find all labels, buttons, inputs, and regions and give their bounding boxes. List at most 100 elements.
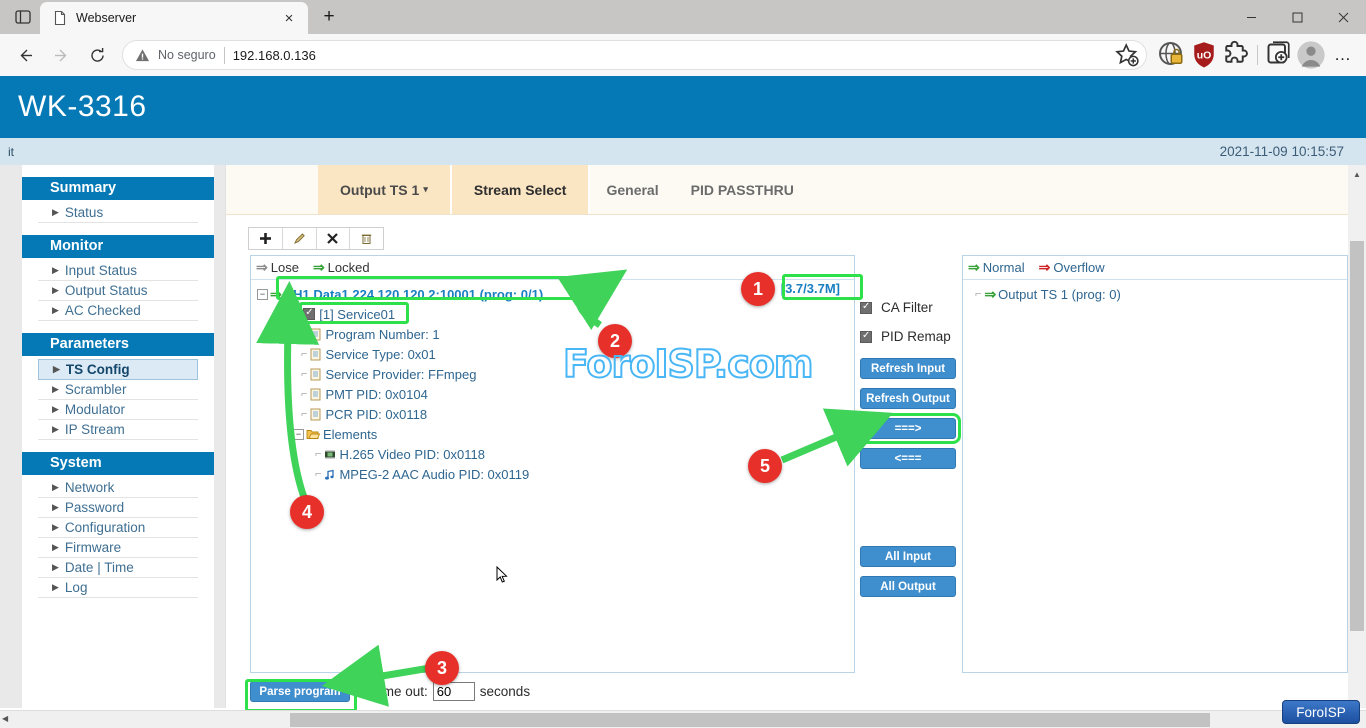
plus-icon[interactable] bbox=[249, 228, 283, 249]
pid-remap-row[interactable]: PID Remap bbox=[860, 329, 956, 344]
triangle-right-icon: ▶ bbox=[52, 483, 59, 492]
legend-locked-label: Locked bbox=[328, 260, 370, 275]
move-left-button[interactable]: <=== bbox=[860, 448, 956, 469]
sidebar-item-date-time[interactable]: ▶ Date | Time bbox=[38, 558, 198, 578]
page-vertical-scrollbar[interactable]: ▲ bbox=[1348, 165, 1366, 708]
tab-list-icon[interactable] bbox=[6, 2, 40, 32]
tree-row-service[interactable]: − 1 [1] Service01 bbox=[255, 304, 854, 324]
triangle-right-icon: ▶ bbox=[52, 385, 59, 394]
sidebar-item-status[interactable]: ▶ Status bbox=[38, 203, 198, 223]
all-output-button[interactable]: All Output bbox=[860, 576, 956, 597]
move-right-button[interactable]: ===> bbox=[860, 418, 956, 439]
output-tree-rows: ⌐ ⇒ Output TS 1 (prog: 0) bbox=[963, 280, 1347, 304]
browser-tab[interactable]: Webserver × bbox=[40, 2, 308, 34]
parse-program-button[interactable]: Parse program bbox=[250, 681, 350, 702]
tab-general[interactable]: General bbox=[590, 165, 674, 214]
sidebar-item-ac-checked[interactable]: ▶ AC Checked bbox=[38, 301, 198, 321]
back-icon[interactable] bbox=[8, 38, 42, 72]
chevron-down-icon: ▾ bbox=[423, 184, 428, 195]
sidebar-item-password[interactable]: ▶ Password bbox=[38, 498, 198, 518]
new-tab-button[interactable]: + bbox=[314, 2, 344, 32]
collections-icon[interactable] bbox=[1264, 40, 1294, 70]
foroisp-corner-badge: ForoISP bbox=[1282, 700, 1360, 724]
globe-lock-icon[interactable] bbox=[1157, 40, 1187, 70]
tab-stream-select[interactable]: Stream Select bbox=[452, 165, 591, 214]
all-input-button[interactable]: All Input bbox=[860, 546, 956, 567]
ca-filter-checkbox[interactable] bbox=[860, 302, 872, 314]
seconds-label: seconds bbox=[480, 684, 530, 699]
triangle-right-icon: ▶ bbox=[52, 425, 59, 434]
x-icon[interactable] bbox=[317, 228, 351, 249]
refresh-input-button[interactable]: Refresh Input bbox=[860, 358, 956, 379]
extensions-puzzle-icon[interactable] bbox=[1221, 40, 1251, 70]
folder-open-icon bbox=[306, 428, 320, 441]
sidebar-item-label: Configuration bbox=[65, 520, 145, 535]
sidebar-item-modulator[interactable]: ▶ Modulator bbox=[38, 400, 198, 420]
pid-remap-checkbox[interactable] bbox=[860, 331, 872, 343]
sidebar-item-scrambler[interactable]: ▶ Scrambler bbox=[38, 380, 198, 400]
tab-pid-passthru[interactable]: PID PASSTHRU bbox=[675, 165, 810, 214]
reload-icon[interactable] bbox=[80, 38, 114, 72]
toolbar-divider bbox=[1257, 45, 1258, 65]
tree-row-output[interactable]: ⌐ ⇒ Output TS 1 (prog: 0) bbox=[967, 284, 1347, 304]
sidebar-item-label: IP Stream bbox=[65, 422, 125, 437]
scroll-left-icon[interactable]: ◀ bbox=[2, 714, 8, 723]
address-bar[interactable]: No seguro 192.168.0.136 bbox=[122, 40, 1147, 70]
sidebar-item-configuration[interactable]: ▶ Configuration bbox=[38, 518, 198, 538]
output-stream-tree-panel[interactable]: ⇒ Normal ⇒ Overflow ⌐ ⇒ Output TS 1 (pro… bbox=[962, 255, 1348, 673]
annotation-badge-2: 2 bbox=[598, 324, 632, 358]
window-controls bbox=[1228, 0, 1366, 34]
sidebar-item-label: Scrambler bbox=[65, 382, 127, 397]
arrow-green-icon: ⇒ bbox=[313, 259, 325, 276]
tree-connector: ⌐ bbox=[301, 388, 308, 400]
sidebar-wrapper: Summary ▶ Status Monitor ▶ Input Status … bbox=[0, 165, 225, 708]
tab-list-glyph bbox=[15, 9, 31, 25]
sidebar-item-ip-stream[interactable]: ▶ IP Stream bbox=[38, 420, 198, 440]
scroll-up-icon[interactable]: ▲ bbox=[1348, 165, 1366, 183]
service-checkbox[interactable] bbox=[303, 308, 315, 320]
sidebar-group-system: ▶ Network ▶ Password ▶ Configuration ▶ F… bbox=[22, 475, 214, 604]
ca-filter-row[interactable]: CA Filter bbox=[860, 300, 956, 315]
refresh-output-button[interactable]: Refresh Output bbox=[860, 388, 956, 409]
sidebar-item-input-status[interactable]: ▶ Input Status bbox=[38, 261, 198, 281]
star-add-icon[interactable] bbox=[1114, 42, 1140, 68]
video-icon bbox=[324, 448, 336, 461]
sidebar-item-label: Network bbox=[65, 480, 115, 495]
horizontal-scroll-thumb[interactable] bbox=[290, 713, 1210, 727]
sidebar-item-output-status[interactable]: ▶ Output Status bbox=[38, 281, 198, 301]
sidebar-item-firmware[interactable]: ▶ Firmware bbox=[38, 538, 198, 558]
legend-lose: ⇒ Lose bbox=[256, 259, 299, 276]
tree-connector: ⌐ bbox=[301, 348, 308, 360]
sidebar-item-network[interactable]: ▶ Network bbox=[38, 478, 198, 498]
arrow-red-icon: ⇒ bbox=[1039, 259, 1051, 276]
triangle-right-icon: ▶ bbox=[52, 543, 59, 552]
triangle-right-icon: ▶ bbox=[52, 583, 59, 592]
collapse-icon[interactable]: − bbox=[257, 289, 268, 300]
tree-row-elements[interactable]: − Elements bbox=[255, 424, 854, 444]
profile-avatar-icon[interactable] bbox=[1296, 40, 1326, 70]
maximize-icon[interactable] bbox=[1274, 0, 1320, 34]
triangle-right-icon: ▶ bbox=[52, 286, 59, 295]
tab-output-ts-1[interactable]: Output TS 1 ▾ bbox=[318, 165, 452, 214]
tab-close-icon[interactable]: × bbox=[278, 7, 300, 29]
service-label: [1] Service01 bbox=[319, 307, 395, 322]
bottom-controls: Parse program time out: seconds bbox=[250, 681, 530, 702]
vertical-scroll-thumb[interactable] bbox=[1350, 241, 1364, 631]
collapse-icon[interactable]: − bbox=[277, 309, 288, 320]
minimize-icon[interactable] bbox=[1228, 0, 1274, 34]
annotation-badge-4: 4 bbox=[290, 495, 324, 529]
collapse-icon[interactable]: − bbox=[293, 429, 304, 440]
trash-icon[interactable] bbox=[350, 228, 383, 249]
browser-tab-strip: Webserver × + bbox=[0, 0, 1366, 34]
browser-more-icon[interactable]: … bbox=[1328, 40, 1358, 70]
tree-row-detail: ⌐ Service Provider: FFmpeg bbox=[255, 364, 854, 384]
sidebar-item-ts-config[interactable]: ▶ TS Config bbox=[38, 359, 198, 380]
sidebar-item-log[interactable]: ▶ Log bbox=[38, 578, 198, 598]
pencil-icon[interactable] bbox=[283, 228, 317, 249]
page-horizontal-scrollbar[interactable]: ◀ bbox=[0, 710, 1366, 728]
detail-label: PMT PID: 0x0104 bbox=[325, 387, 427, 402]
close-icon[interactable] bbox=[1320, 0, 1366, 34]
triangle-right-icon: ▶ bbox=[52, 523, 59, 532]
ublock-shield-icon[interactable]: uO bbox=[1189, 40, 1219, 70]
tree-connector: ⌐ bbox=[975, 288, 982, 300]
